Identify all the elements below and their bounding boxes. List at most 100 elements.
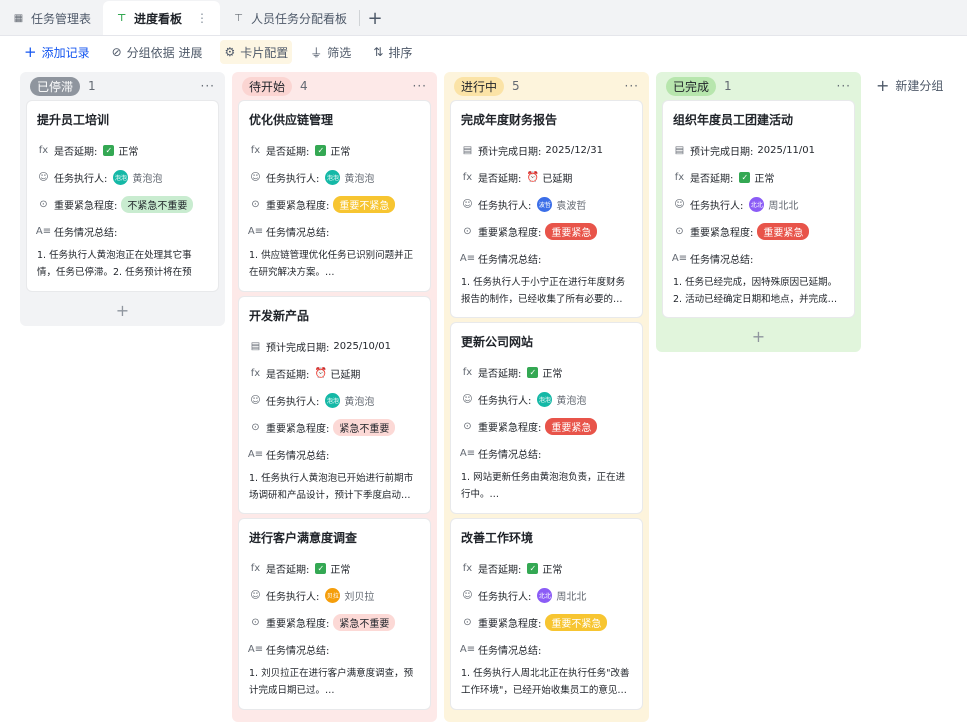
field-label: 任务执行人: — [266, 397, 320, 408]
avatar: 泡泡 — [325, 393, 341, 408]
tab-progress-board[interactable]: ⊤ 进度看板 ⋮ — [103, 1, 221, 35]
delayed-value: 正常 — [330, 565, 351, 576]
checkbox-icon: ✓ — [315, 145, 327, 156]
field-label: 预计完成日期: — [266, 343, 330, 354]
person-icon: ☺ — [250, 172, 261, 183]
kanban-icon: ⊤ — [116, 12, 127, 24]
delayed-value: 正常 — [542, 565, 563, 576]
add-record-label: 添加记录 — [41, 45, 90, 60]
field-label: 任务执行人: — [266, 592, 320, 603]
checkbox-icon: ✓ — [739, 172, 751, 183]
task-card[interactable]: 组织年度员工团建活动 ▤ 预计完成日期: 2025/11/01 fx 是否延期: ✓ 正常 ☺ 任… — [662, 100, 855, 318]
column-tag: 已完成 — [666, 76, 717, 96]
formula-icon: fx — [250, 368, 261, 379]
column-count: 1 — [88, 79, 96, 93]
more-options-icon[interactable]: ⋮ — [196, 11, 208, 25]
add-card-button[interactable]: + — [656, 322, 861, 350]
more-options-icon[interactable]: ··· — [201, 79, 215, 93]
task-card[interactable]: 进行客户满意度调查 fx 是否延期: ✓ 正常 ☺ 任务执行人: 贝拉 刘贝拉 ⊙ 重要紧急程度: 紧… — [238, 518, 431, 710]
formula-icon: fx — [462, 367, 473, 378]
task-card[interactable]: 开发新产品 ▤ 预计完成日期: 2025/10/01 fx 是否延期: ⏰ 已延期 ☺ 任务执行人… — [238, 296, 431, 514]
tab-label: 进度看板 — [134, 11, 183, 26]
task-card[interactable]: 提升员工培训 fx 是否延期: ✓ 正常 ☺ 任务执行人: 泡泡 黄泡泡 ⊙ 重要紧急程度: 不紧急不… — [26, 100, 219, 292]
column-tag: 待开始 — [242, 76, 293, 96]
summary-text: 1. 供应链管理优化任务已识别问题并正在研究解决方案。… — [249, 250, 414, 278]
kanban-icon: ⊤ — [234, 12, 243, 24]
delayed-value: 已延期 — [330, 370, 361, 381]
field-label: 重要紧急程度: — [478, 423, 542, 434]
card-title: 提升员工培训 — [37, 113, 110, 127]
card-config-button[interactable]: ⚙ 卡片配置 — [220, 40, 293, 64]
filter-label: 筛选 — [327, 45, 352, 60]
assignee-row: ☺ 任务执行人: 北北 周北北 — [461, 582, 632, 609]
field-label: 是否延期: — [266, 370, 310, 381]
due-date-row: ▤ 预计完成日期: 2025/12/31 — [461, 137, 632, 164]
field-label: 任务执行人: — [478, 592, 532, 603]
circle-chevron-icon: ⊙ — [251, 617, 260, 628]
task-card[interactable]: 完成年度财务报告 ▤ 预计完成日期: 2025/12/31 fx 是否延期: ⏰ 已延期 ☺ 任务… — [450, 100, 643, 318]
tab-assignment-board[interactable]: ⊤ 人员任务分配看板 — [220, 1, 359, 35]
more-options-icon[interactable]: ··· — [413, 79, 427, 93]
due-date-value: 2025/10/01 — [333, 341, 392, 352]
add-record-button[interactable]: + 添加记录 — [20, 40, 94, 64]
formula-icon: fx — [250, 563, 261, 574]
filter-button[interactable]: ⏚ 筛选 — [306, 40, 355, 64]
sort-button[interactable]: ⇅ 排序 — [369, 40, 416, 64]
calendar-icon: ▤ — [462, 145, 473, 156]
field-label: 重要紧急程度: — [266, 619, 330, 630]
card-title: 改善工作环境 — [461, 531, 534, 545]
new-group-label: 新建分组 — [895, 79, 944, 93]
more-options-icon[interactable]: ··· — [625, 79, 639, 93]
circle-chevron-icon: ⊙ — [251, 422, 260, 433]
card-title: 开发新产品 — [249, 309, 310, 323]
formula-icon: fx — [462, 563, 473, 574]
delayed-row: fx 是否延期: ⏰ 已延期 — [461, 164, 632, 191]
field-label: 任务情况总结: — [266, 646, 330, 657]
priority-badge: 紧急不重要 — [333, 419, 396, 436]
table-icon: ▦ — [13, 12, 24, 24]
delayed-row: fx 是否延期: ⏰ 已延期 — [249, 360, 420, 387]
priority-badge: 不紧急不重要 — [121, 196, 194, 213]
text-icon: A≡ — [247, 226, 264, 237]
avatar: 泡泡 — [325, 170, 341, 185]
tab-task-table[interactable]: ▦ 任务管理表 — [0, 1, 103, 35]
due-date-row: ▤ 预计完成日期: 2025/10/01 — [249, 333, 420, 360]
due-date-value: 2025/12/31 — [545, 145, 604, 156]
card-title: 完成年度财务报告 — [461, 113, 558, 127]
field-label: 重要紧急程度: — [478, 619, 542, 630]
assignee-row: ☺ 任务执行人: 北北 周北北 — [673, 191, 844, 218]
field-label: 是否延期: — [266, 147, 310, 158]
tab-label: 人员任务分配看板 — [251, 11, 348, 26]
group-by-button[interactable]: ⊘ 分组依据 进展 — [108, 40, 207, 64]
field-label: 是否延期: — [54, 147, 98, 158]
delayed-value: 已延期 — [542, 174, 573, 185]
delayed-value: 正常 — [118, 147, 139, 158]
board-column: 已停滞 1 ··· 提升员工培训 fx 是否延期: ✓ 正常 ☺ 任务执行人: 泡泡 黄泡泡 ⊙ 重要紧急… — [20, 72, 225, 326]
formula-icon: fx — [250, 145, 261, 156]
priority-row: ⊙ 重要紧急程度: 重要不紧急 — [249, 191, 420, 218]
priority-badge: 紧急不重要 — [333, 614, 396, 631]
add-card-button[interactable]: + — [20, 296, 225, 324]
column-tag: 已停滞 — [30, 76, 81, 96]
field-label: 是否延期: — [266, 565, 310, 576]
person-icon: ☺ — [462, 394, 473, 405]
summary-text: 1. 任务执行人周北北正在执行任务"改善工作环境"，已经开始收集员工的意见… — [461, 668, 630, 696]
task-card[interactable]: 改善工作环境 fx 是否延期: ✓ 正常 ☺ 任务执行人: 北北 周北北 ⊙ 重要紧急程度: 重要不紧… — [450, 518, 643, 710]
summary-text: 1. 任务执行人黄泡泡已开始进行前期市场调研和产品设计，预计下季度启动… — [249, 473, 414, 501]
new-group-button[interactable]: + 新建分组 — [876, 76, 943, 95]
task-card[interactable]: 更新公司网站 fx 是否延期: ✓ 正常 ☺ 任务执行人: 泡泡 黄泡泡 ⊙ 重要紧急程度: 重要紧急… — [450, 322, 643, 514]
field-label: 是否延期: — [478, 565, 522, 576]
add-view-button[interactable]: + — [360, 1, 390, 35]
column-header: 已停滞 1 ··· — [20, 72, 225, 100]
assignee-row: ☺ 任务执行人: 泡泡 黄泡泡 — [249, 387, 420, 414]
assignee-row: ☺ 任务执行人: 泡泡 黄泡泡 — [249, 164, 420, 191]
circle-chevron-icon: ⊙ — [251, 199, 260, 210]
circle-chevron-icon: ⊙ — [39, 199, 48, 210]
field-label: 任务执行人: — [478, 201, 532, 212]
summary-row: A≡ 任务情况总结: — [460, 245, 632, 272]
task-card[interactable]: 优化供应链管理 fx 是否延期: ✓ 正常 ☺ 任务执行人: 泡泡 黄泡泡 ⊙ 重要紧急程度: 重要不… — [238, 100, 431, 292]
more-options-icon[interactable]: ··· — [837, 79, 851, 93]
person-icon: ☺ — [250, 590, 261, 601]
tab-label: 任务管理表 — [31, 11, 92, 26]
field-label: 任务情况总结: — [478, 646, 542, 657]
